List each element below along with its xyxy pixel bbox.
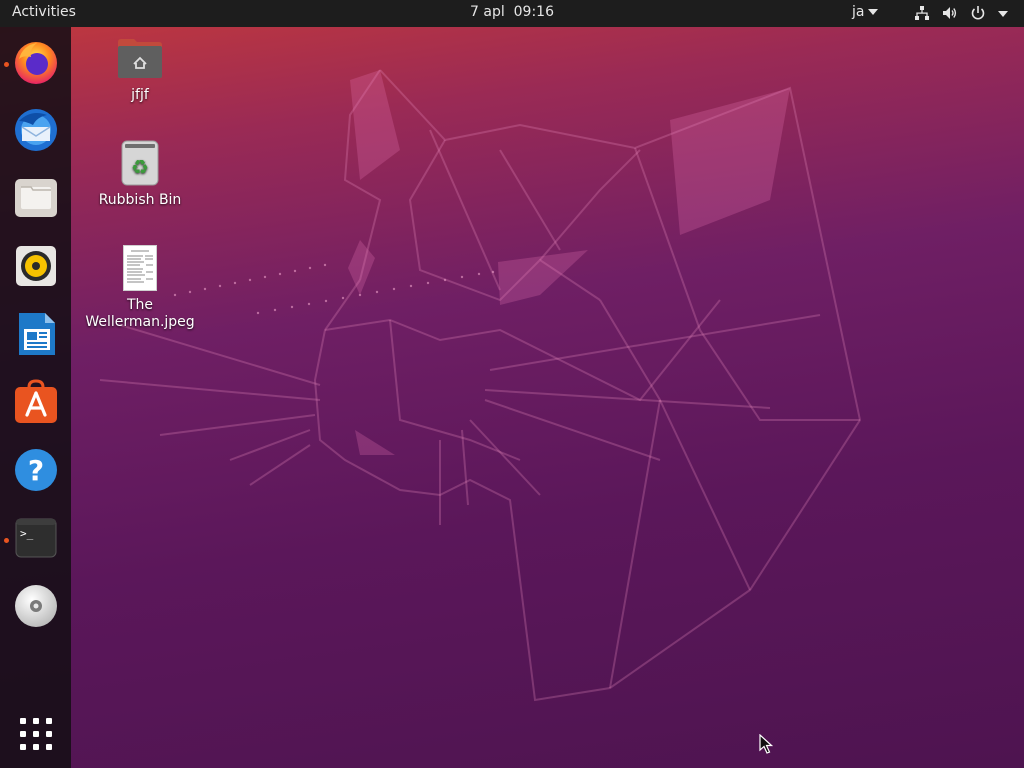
desktop-icon-home[interactable]: jfjf (85, 35, 195, 104)
top-bar: Activities 7 apl 09:16 ja (0, 0, 1024, 27)
firefox-icon (15, 42, 57, 84)
software-icon (15, 379, 57, 423)
disc-icon (15, 585, 57, 627)
dock-item-thunderbird[interactable] (13, 107, 59, 153)
dock-item-rhythmbox[interactable] (13, 243, 59, 289)
desktop-icon-label-line: The (126, 297, 154, 313)
terminal-icon: >_ (15, 518, 57, 558)
chevron-down-icon (868, 9, 879, 15)
dock-item-writer[interactable] (13, 311, 59, 357)
app-grid-icon (20, 718, 52, 750)
image-file-icon (123, 245, 157, 291)
activities-button[interactable]: Activities (12, 4, 76, 20)
dock-item-terminal[interactable]: >_ (13, 515, 59, 561)
desktop: Activities 7 apl 09:16 ja ? >_ jfjf ♻ Ru… (0, 0, 1024, 768)
desktop-icon-wellerman-jpeg[interactable]: The Wellerman.jpeg (85, 245, 195, 331)
help-icon: ? (15, 449, 57, 491)
dock-item-software[interactable] (13, 379, 59, 425)
system-menu-arrow-icon (998, 10, 1008, 17)
svg-text:♻: ♻ (131, 155, 149, 179)
volume-icon (943, 7, 957, 19)
svg-text:>_: >_ (20, 527, 34, 540)
trash-icon: ♻ (121, 140, 159, 186)
home-folder-icon (118, 39, 162, 78)
running-indicator-firefox (4, 62, 9, 67)
show-applications-button[interactable] (13, 711, 59, 757)
network-icon (915, 6, 929, 20)
rhythmbox-icon (16, 246, 56, 286)
files-icon (15, 179, 57, 217)
wallpaper-puma (99, 69, 862, 702)
writer-icon (19, 313, 55, 355)
desktop-icon-rubbish-bin[interactable]: ♻ Rubbish Bin (85, 140, 195, 209)
svg-text:?: ? (28, 454, 44, 487)
dock: ? >_ (0, 27, 71, 768)
input-source-menu[interactable]: ja (852, 4, 879, 20)
running-indicator-terminal (4, 538, 9, 543)
power-icon (971, 6, 985, 20)
input-source-label: ja (852, 4, 865, 20)
desktop-icon-label: Rubbish Bin (98, 192, 182, 208)
dock-item-dvd[interactable] (13, 583, 59, 629)
clock-button[interactable]: 7 apl 09:16 (470, 4, 554, 20)
dock-item-help[interactable]: ? (13, 447, 59, 493)
thunderbird-icon (15, 109, 57, 151)
dock-item-files[interactable] (13, 175, 59, 221)
desktop-icon-label: jfjf (131, 87, 149, 103)
desktop-icon-label-line: Wellerman.jpeg (85, 314, 195, 330)
desktop-icon-label: The Wellerman.jpeg (85, 297, 195, 331)
dock-item-firefox[interactable] (13, 39, 59, 85)
system-menu[interactable] (914, 5, 1008, 21)
mouse-cursor-icon (759, 734, 773, 754)
